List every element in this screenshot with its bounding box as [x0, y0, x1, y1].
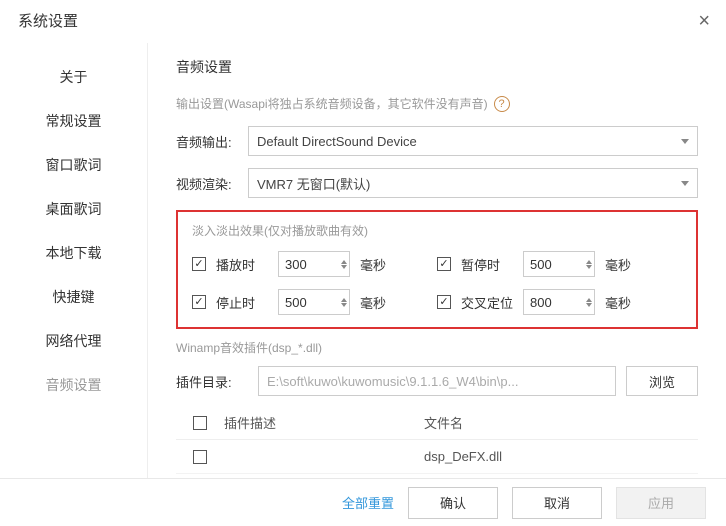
- row-checkbox[interactable]: [193, 450, 207, 464]
- col-desc-header: 插件描述: [224, 413, 424, 432]
- reset-all-link[interactable]: 全部重置: [342, 493, 394, 512]
- table-header-checkbox[interactable]: [193, 416, 207, 430]
- plugin-table: 插件描述 文件名 dsp_DeFX.dll dsp_izOzone.dll: [176, 406, 698, 481]
- help-icon[interactable]: ?: [494, 96, 510, 112]
- output-label: 音频输出:: [176, 132, 248, 151]
- spinner-up-icon[interactable]: [341, 260, 347, 264]
- fade-item-pause: 暂停时 500 毫秒: [437, 251, 682, 277]
- plugin-dir-input[interactable]: E:\soft\kuwo\kuwomusic\9.1.1.6_W4\bin\p.…: [258, 366, 616, 396]
- table-header: 插件描述 文件名: [176, 406, 698, 440]
- sidebar-item-hotkey[interactable]: 快捷键: [0, 275, 147, 319]
- video-render-value: VMR7 无窗口(默认): [257, 174, 370, 193]
- spinner-down-icon[interactable]: [341, 265, 347, 269]
- audio-output-value: Default DirectSound Device: [257, 134, 417, 149]
- row-file: dsp_DeFX.dll: [424, 449, 698, 464]
- apply-button[interactable]: 应用: [616, 487, 706, 519]
- sidebar-item-general[interactable]: 常规设置: [0, 99, 147, 143]
- fade-play-checkbox[interactable]: [192, 257, 206, 271]
- spinner-up-icon[interactable]: [586, 298, 592, 302]
- fade-stop-label: 停止时: [216, 293, 268, 312]
- fade-group: 淡入淡出效果(仅对播放歌曲有效) 播放时 300 毫秒 暂停时 500 毫秒 停…: [176, 210, 698, 329]
- footer: 全部重置 确认 取消 应用: [0, 478, 726, 526]
- spinner-down-icon[interactable]: [586, 303, 592, 307]
- close-icon[interactable]: ×: [698, 11, 710, 31]
- fade-item-stop: 停止时 500 毫秒: [192, 289, 437, 315]
- sidebar-item-download[interactable]: 本地下载: [0, 231, 147, 275]
- title-bar: 系统设置 ×: [0, 0, 726, 43]
- cancel-button[interactable]: 取消: [512, 487, 602, 519]
- fade-pause-label: 暂停时: [461, 255, 513, 274]
- sidebar-item-about[interactable]: 关于: [0, 55, 147, 99]
- main-panel: 音频设置 输出设置(Wasapi将独占系统音频设备，其它软件没有声音) ? 音频…: [148, 43, 726, 481]
- fade-stop-spinner[interactable]: 500: [278, 289, 350, 315]
- chevron-down-icon: [681, 181, 689, 186]
- fade-crossfade-spinner[interactable]: 800: [523, 289, 595, 315]
- fade-play-spinner[interactable]: 300: [278, 251, 350, 277]
- video-render-select[interactable]: VMR7 无窗口(默认): [248, 168, 698, 198]
- col-file-header: 文件名: [424, 413, 698, 432]
- fade-pause-checkbox[interactable]: [437, 257, 451, 271]
- browse-button[interactable]: 浏览: [626, 366, 698, 396]
- fade-stop-checkbox[interactable]: [192, 295, 206, 309]
- spinner-up-icon[interactable]: [341, 298, 347, 302]
- fade-pause-spinner[interactable]: 500: [523, 251, 595, 277]
- unit-label: 毫秒: [360, 255, 386, 274]
- fade-item-play: 播放时 300 毫秒: [192, 251, 437, 277]
- output-hint: 输出设置(Wasapi将独占系统音频设备，其它软件没有声音): [176, 95, 488, 112]
- sidebar: 关于 常规设置 窗口歌词 桌面歌词 本地下载 快捷键 网络代理 音频设置: [0, 43, 148, 481]
- plugin-group-title: Winamp音效插件(dsp_*.dll): [176, 339, 698, 356]
- sidebar-item-window-lyrics[interactable]: 窗口歌词: [0, 143, 147, 187]
- fade-item-crossfade: 交叉定位 800 毫秒: [437, 289, 682, 315]
- unit-label: 毫秒: [360, 293, 386, 312]
- sidebar-item-desktop-lyrics[interactable]: 桌面歌词: [0, 187, 147, 231]
- section-title: 音频设置: [176, 57, 698, 77]
- chevron-down-icon: [681, 139, 689, 144]
- fade-crossfade-label: 交叉定位: [461, 293, 513, 312]
- spinner-down-icon[interactable]: [341, 303, 347, 307]
- spinner-up-icon[interactable]: [586, 260, 592, 264]
- audio-output-select[interactable]: Default DirectSound Device: [248, 126, 698, 156]
- sidebar-item-proxy[interactable]: 网络代理: [0, 319, 147, 363]
- unit-label: 毫秒: [605, 255, 631, 274]
- unit-label: 毫秒: [605, 293, 631, 312]
- sidebar-item-audio[interactable]: 音频设置: [0, 363, 147, 407]
- spinner-down-icon[interactable]: [586, 265, 592, 269]
- render-label: 视频渲染:: [176, 174, 248, 193]
- fade-title: 淡入淡出效果(仅对播放歌曲有效): [192, 222, 682, 239]
- table-row[interactable]: dsp_DeFX.dll: [176, 440, 698, 474]
- window-title: 系统设置: [18, 10, 78, 31]
- plugin-dir-label: 插件目录:: [176, 372, 248, 391]
- fade-play-label: 播放时: [216, 255, 268, 274]
- ok-button[interactable]: 确认: [408, 487, 498, 519]
- fade-crossfade-checkbox[interactable]: [437, 295, 451, 309]
